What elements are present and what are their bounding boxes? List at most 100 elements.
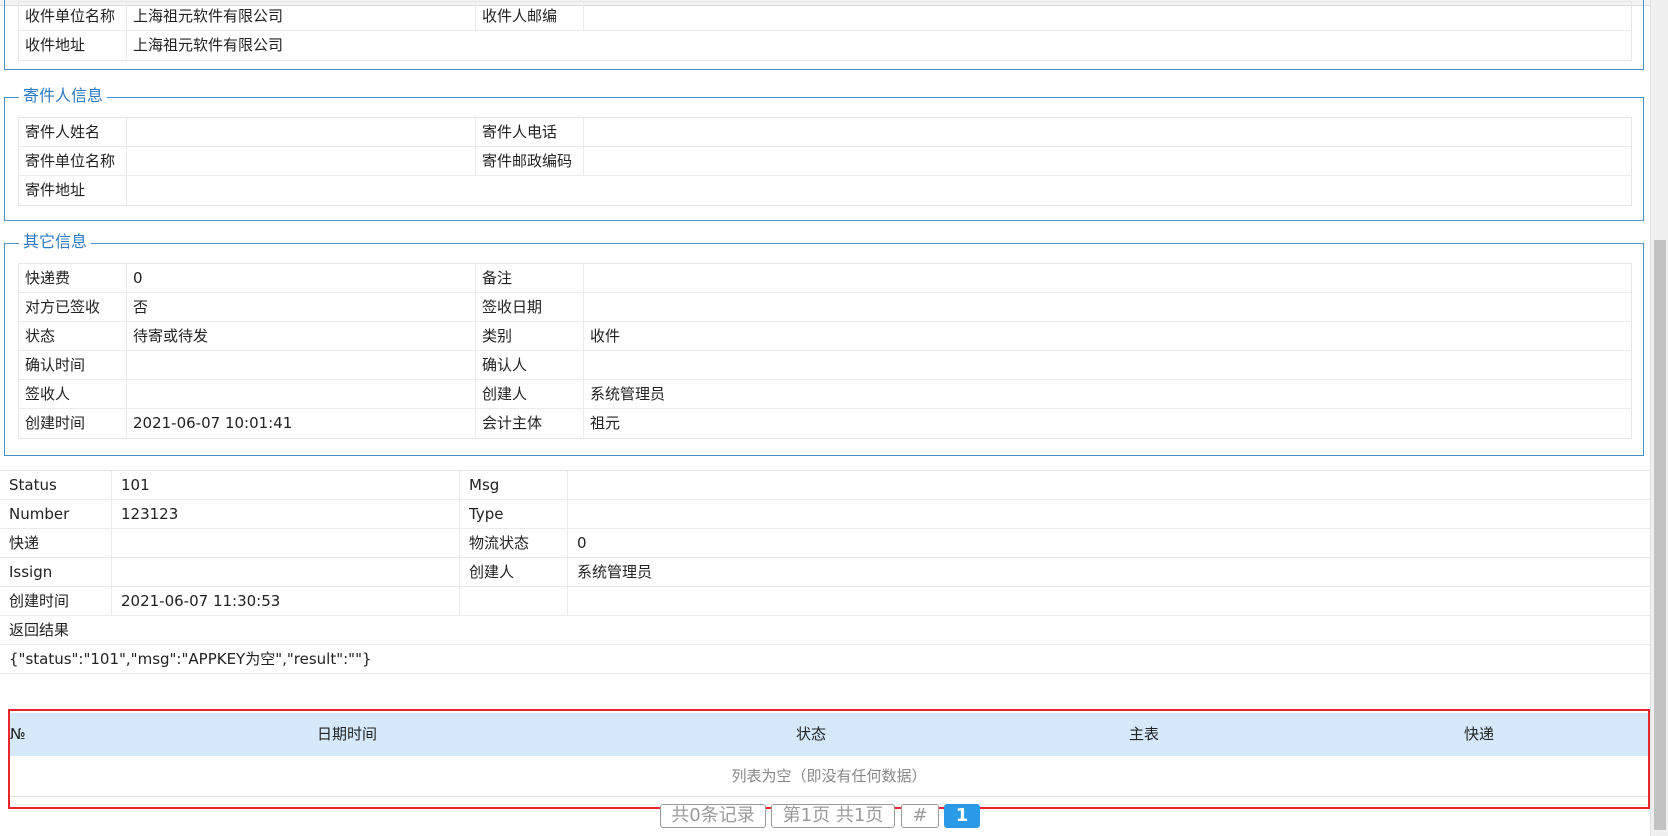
sender-grid: 寄件人姓名 寄件人电话 寄件单位名称 寄件邮政编码 寄件地址 [18,117,1632,206]
recipient-grid: 收件单位名称 上海祖元软件有限公司 收件人邮编 收件地址 上海祖元软件有限公司 [18,1,1632,61]
other-grid: 快递费 0 备注 对方已签收 否 签收日期 状态 待寄或待发 类别 收件 确认时… [18,263,1632,439]
status-code-label: Status [0,471,112,499]
sender-address-label: 寄件地址 [19,176,127,204]
confirmer-label: 确认人 [476,351,584,379]
signed-value: 否 [127,293,476,321]
sender-row: 寄件人姓名 寄件人电话 [19,118,1631,147]
category-label: 类别 [476,322,584,350]
sender-zip-value [584,147,1633,175]
accounting-entity-label: 会计主体 [476,409,584,437]
vertical-scrollbar[interactable] [1650,0,1668,836]
confirm-time-label: 确认时间 [19,351,127,379]
pager-total-records: 共0条记录 [660,804,766,828]
pager-jump-button[interactable]: # [901,804,939,828]
result-row: 返回结果 [0,616,1650,645]
scrollbar-thumb[interactable] [1654,240,1666,830]
number-value: 123123 [112,500,460,528]
recipient-address-value: 上海祖元软件有限公司 [133,36,284,54]
msg-label: Msg [460,471,568,499]
other-row: 签收人 创建人 系统管理员 [19,380,1631,409]
other-row: 确认时间 确认人 [19,351,1631,380]
sender-name-label: 寄件人姓名 [19,118,127,146]
type-label: Type [460,500,568,528]
list-header: № 日期时间 状态 主表 快递 [10,713,1648,756]
result-row: {"status":"101","msg":"APPKEY为空","result… [0,645,1650,674]
accounting-entity-value: 祖元 [590,414,621,432]
issign-label: Issign [0,558,112,586]
other-legend: 其它信息 [19,232,92,252]
result-created-time-value: 2021-06-07 11:30:53 [112,587,460,615]
sender-zip-label: 寄件邮政编码 [476,147,584,175]
issign-value [112,558,460,586]
created-time-label: 创建时间 [19,409,127,437]
pager-current-page[interactable]: 1 [944,804,980,828]
confirmer-value [584,351,1633,379]
confirm-time-value [127,351,476,379]
recipient-row: 收件地址 上海祖元软件有限公司 [19,31,1631,60]
column-header-express[interactable]: 快递 [1310,713,1648,756]
status-label: 状态 [19,322,127,350]
creator-label: 创建人 [476,380,584,408]
result-row: Status 101 Msg [0,471,1650,500]
recipient-zip-label: 收件人邮编 [476,2,584,30]
category-value: 收件 [590,327,621,345]
status-value: 待寄或待发 [127,322,476,350]
other-row: 快递费 0 备注 [19,264,1631,293]
fee-value: 0 [127,264,476,292]
remark-label: 备注 [476,264,584,292]
signer-label: 签收人 [19,380,127,408]
sender-name-value [127,118,476,146]
recipient-row: 收件单位名称 上海祖元软件有限公司 收件人邮编 [19,2,1631,31]
type-value [568,500,1650,528]
msg-value [568,471,1650,499]
recipient-company-label: 收件单位名称 [19,2,127,30]
sender-fieldset: 寄件人信息 寄件人姓名 寄件人电话 寄件单位名称 寄件邮政编码 寄件地址 [4,86,1644,221]
sender-legend: 寄件人信息 [19,86,108,106]
express-label: 快递 [0,529,112,557]
sender-address-value [127,176,1633,204]
column-header-no[interactable]: № [10,713,50,756]
sign-date-label: 签收日期 [476,293,584,321]
signed-label: 对方已签收 [19,293,127,321]
empty-list-message: 列表为空（即没有任何数据） [10,756,1648,797]
remark-value [584,264,1633,292]
column-header-datetime[interactable]: 日期时间 [50,713,644,756]
result-creator-label: 创建人 [460,558,568,586]
recipient-address-label: 收件地址 [19,31,127,59]
sign-date-value [584,293,1633,321]
column-header-main-table[interactable]: 主表 [978,713,1310,756]
column-header-status[interactable]: 状态 [644,713,978,756]
recipient-fieldset: 收件单位名称 上海祖元软件有限公司 收件人邮编 收件地址 上海祖元软件有限公司 [4,0,1644,70]
result-empty-label [460,587,568,615]
log-list-highlighted: № 日期时间 状态 主表 快递 列表为空（即没有任何数据） [8,709,1650,809]
status-code-value: 101 [112,471,460,499]
return-result-value: {"status":"101","msg":"APPKEY为空","result… [9,650,372,668]
result-row: Issign 创建人 系统管理员 [0,558,1650,587]
sender-phone-label: 寄件人电话 [476,118,584,146]
sender-phone-value [584,118,1633,146]
other-fieldset: 其它信息 快递费 0 备注 对方已签收 否 签收日期 状态 待寄或待发 类别 收… [4,232,1644,456]
result-row: Number 123123 Type [0,500,1650,529]
signer-value [127,380,476,408]
sender-company-value [127,147,476,175]
result-row: 创建时间 2021-06-07 11:30:53 [0,587,1650,616]
sender-company-label: 寄件单位名称 [19,147,127,175]
logistics-status-value: 0 [577,534,587,552]
sender-row: 寄件地址 [19,176,1631,205]
number-label: Number [0,500,112,528]
sender-row: 寄件单位名称 寄件邮政编码 [19,147,1631,176]
fee-label: 快递费 [19,264,127,292]
result-table: Status 101 Msg Number 123123 Type 快递 物流状… [0,470,1650,674]
detail-page: 收件单位名称 上海祖元软件有限公司 收件人邮编 收件地址 上海祖元软件有限公司 … [0,0,1650,836]
other-row: 创建时间 2021-06-07 10:01:41 会计主体 祖元 [19,409,1631,438]
express-value [112,529,460,557]
result-creator-value: 系统管理员 [577,563,653,581]
return-result-label: 返回结果 [9,621,70,639]
result-empty-value [568,587,1650,615]
other-row: 对方已签收 否 签收日期 [19,293,1631,322]
created-time-value: 2021-06-07 10:01:41 [127,409,476,437]
result-row: 快递 物流状态 0 [0,529,1650,558]
pager-page-info: 第1页 共1页 [771,804,895,828]
recipient-company-value: 上海祖元软件有限公司 [127,2,476,30]
other-row: 状态 待寄或待发 类别 收件 [19,322,1631,351]
